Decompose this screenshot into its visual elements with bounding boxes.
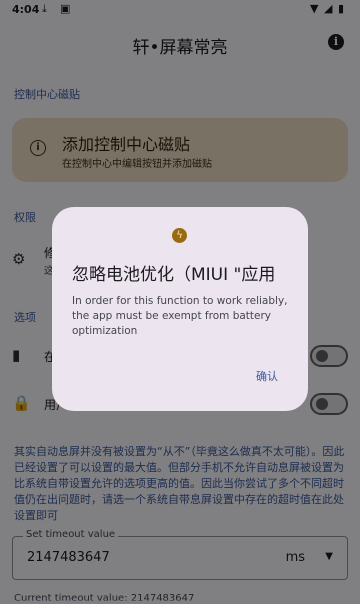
- battery-optimization-dialog: ϟ 忽略电池优化（MIUI "应用 In order for this func…: [52, 207, 308, 411]
- confirm-button[interactable]: 确认: [256, 368, 278, 384]
- battery-saver-icon: ϟ: [172, 228, 187, 243]
- dialog-title: 忽略电池优化（MIUI "应用: [72, 265, 276, 285]
- dialog-body: In order for this function to work relia…: [72, 295, 288, 337]
